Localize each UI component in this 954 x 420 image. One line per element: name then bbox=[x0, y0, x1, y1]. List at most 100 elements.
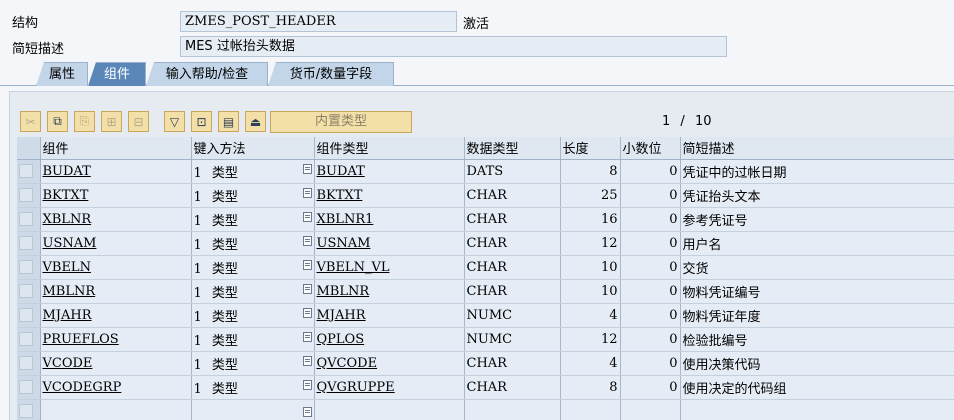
short-description[interactable]: 参考凭证号 bbox=[680, 207, 954, 232]
row-select-box[interactable] bbox=[19, 236, 33, 250]
builtin-type-button[interactable]: 内置类型 bbox=[270, 111, 412, 133]
tab-attributes[interactable]: 属性 bbox=[36, 62, 88, 86]
component-type[interactable]: MBLNR bbox=[314, 279, 465, 304]
table-row[interactable]: VBELN 1 类型 VBELN_VL CHAR 10 0 交货 bbox=[17, 255, 954, 280]
col-header-short-description[interactable]: 简短描述 bbox=[680, 137, 954, 160]
decimals[interactable] bbox=[620, 399, 681, 420]
typing-method-cell[interactable] bbox=[191, 399, 315, 420]
row-selector[interactable] bbox=[17, 375, 41, 400]
short-description[interactable]: 物料凭证年度 bbox=[680, 303, 954, 328]
value-help-icon[interactable] bbox=[302, 331, 312, 342]
length[interactable]: 4 bbox=[560, 303, 621, 328]
col-header-typing-method[interactable]: 键入方法 bbox=[191, 137, 315, 160]
structure-name-field[interactable]: ZMES_POST_HEADER bbox=[180, 11, 457, 32]
length[interactable]: 10 bbox=[560, 279, 621, 304]
component-name[interactable]: MJAHR bbox=[40, 303, 192, 328]
data-type[interactable]: NUMC bbox=[464, 327, 561, 352]
typing-method-cell[interactable]: 1 类型 bbox=[191, 351, 315, 376]
table-row[interactable]: VCODE 1 类型 QVCODE CHAR 4 0 使用决策代码 bbox=[17, 351, 954, 376]
short-description[interactable]: 物料凭证编号 bbox=[680, 279, 954, 304]
short-description[interactable]: 凭证中的过帐日期 bbox=[680, 159, 954, 184]
tab-components[interactable]: 组件 bbox=[88, 62, 146, 86]
table-row[interactable]: MBLNR 1 类型 MBLNR CHAR 10 0 物料凭证编号 bbox=[17, 279, 954, 304]
value-help-icon[interactable] bbox=[302, 259, 312, 270]
decimals[interactable]: 0 bbox=[620, 375, 681, 400]
length[interactable]: 25 bbox=[560, 183, 621, 208]
component-type[interactable]: XBLNR1 bbox=[314, 207, 465, 232]
col-header-component[interactable]: 组件 bbox=[40, 137, 192, 160]
value-help-icon[interactable] bbox=[302, 235, 312, 246]
typing-method-cell[interactable]: 1 类型 bbox=[191, 303, 315, 328]
component-name[interactable]: VBELN bbox=[40, 255, 192, 280]
length[interactable]: 16 bbox=[560, 207, 621, 232]
short-description[interactable]: 凭证抬头文本 bbox=[680, 183, 954, 208]
decimals[interactable]: 0 bbox=[620, 255, 681, 280]
collapse-icon[interactable]: ⏏ bbox=[245, 111, 266, 132]
decimals[interactable]: 0 bbox=[620, 183, 681, 208]
short-description[interactable]: 用户名 bbox=[680, 231, 954, 256]
typing-method-cell[interactable]: 1 类型 bbox=[191, 279, 315, 304]
copy-icon[interactable]: ⧉ bbox=[47, 111, 68, 132]
data-type[interactable]: CHAR bbox=[464, 183, 561, 208]
row-select-box[interactable] bbox=[19, 308, 33, 322]
row-selector[interactable] bbox=[17, 399, 41, 420]
table-row[interactable]: VCODEGRP 1 类型 QVGRUPPE CHAR 8 0 使用决定的代码组 bbox=[17, 375, 954, 400]
component-type[interactable]: MJAHR bbox=[314, 303, 465, 328]
col-header-decimals[interactable]: 小数位 bbox=[620, 137, 681, 160]
row-selector[interactable] bbox=[17, 327, 41, 352]
row-selector[interactable] bbox=[17, 231, 41, 256]
col-header-component-type[interactable]: 组件类型 bbox=[314, 137, 465, 160]
row-select-box[interactable] bbox=[19, 188, 33, 202]
tab-input-help-check[interactable]: 输入帮助/检查 bbox=[146, 62, 268, 86]
length[interactable]: 12 bbox=[560, 327, 621, 352]
value-help-icon[interactable] bbox=[302, 163, 312, 174]
table-row[interactable]: PRUEFLOS 1 类型 QPLOS NUMC 12 0 检验批编号 bbox=[17, 327, 954, 352]
decimals[interactable]: 0 bbox=[620, 327, 681, 352]
typing-method-cell[interactable]: 1 类型 bbox=[191, 327, 315, 352]
delete-row-icon[interactable]: ⊟ bbox=[128, 111, 149, 132]
length[interactable]: 4 bbox=[560, 351, 621, 376]
typing-method-cell[interactable]: 1 类型 bbox=[191, 207, 315, 232]
component-name[interactable]: VCODEGRP bbox=[40, 375, 192, 400]
short-description[interactable] bbox=[680, 399, 954, 420]
select-all-cell[interactable] bbox=[17, 137, 41, 160]
data-type[interactable]: CHAR bbox=[464, 351, 561, 376]
length[interactable] bbox=[560, 399, 621, 420]
component-type[interactable]: QPLOS bbox=[314, 327, 465, 352]
col-header-data-type[interactable]: 数据类型 bbox=[464, 137, 561, 160]
insert-row-icon[interactable]: ⊞ bbox=[101, 111, 122, 132]
typing-method-cell[interactable]: 1 类型 bbox=[191, 255, 315, 280]
data-type[interactable]: CHAR bbox=[464, 279, 561, 304]
row-selector[interactable] bbox=[17, 183, 41, 208]
table-row[interactable]: XBLNR 1 类型 XBLNR1 CHAR 16 0 参考凭证号 bbox=[17, 207, 954, 232]
table-row[interactable]: MJAHR 1 类型 MJAHR NUMC 4 0 物料凭证年度 bbox=[17, 303, 954, 328]
decimals[interactable]: 0 bbox=[620, 303, 681, 328]
value-help-icon[interactable] bbox=[302, 187, 312, 198]
short-description[interactable]: 检验批编号 bbox=[680, 327, 954, 352]
table-row[interactable]: BUDAT 1 类型 BUDAT DATS 8 0 凭证中的过帐日期 bbox=[17, 159, 954, 184]
row-selector[interactable] bbox=[17, 207, 41, 232]
filter-icon[interactable]: ▽ bbox=[164, 111, 185, 132]
row-select-box[interactable] bbox=[19, 164, 33, 178]
row-selector[interactable] bbox=[17, 159, 41, 184]
typing-method-cell[interactable]: 1 类型 bbox=[191, 159, 315, 184]
short-description[interactable]: 使用决定的代码组 bbox=[680, 375, 954, 400]
component-type[interactable]: QVGRUPPE bbox=[314, 375, 465, 400]
table-row[interactable]: USNAM 1 类型 USNAM CHAR 12 0 用户名 bbox=[17, 231, 954, 256]
decimals[interactable]: 0 bbox=[620, 351, 681, 376]
row-select-box[interactable] bbox=[19, 332, 33, 346]
typing-method-cell[interactable]: 1 类型 bbox=[191, 375, 315, 400]
component-name[interactable]: MBLNR bbox=[40, 279, 192, 304]
sort-icon[interactable]: ⊡ bbox=[191, 111, 212, 132]
typing-method-cell[interactable]: 1 类型 bbox=[191, 231, 315, 256]
component-type[interactable]: BKTXT bbox=[314, 183, 465, 208]
value-help-icon[interactable] bbox=[302, 211, 312, 222]
value-help-icon[interactable] bbox=[302, 407, 312, 417]
component-type[interactable]: USNAM bbox=[314, 231, 465, 256]
length[interactable]: 10 bbox=[560, 255, 621, 280]
short-description[interactable]: 交货 bbox=[680, 255, 954, 280]
row-select-box[interactable] bbox=[19, 260, 33, 274]
row-select-box[interactable] bbox=[19, 356, 33, 370]
component-type[interactable]: BUDAT bbox=[314, 159, 465, 184]
data-type[interactable]: DATS bbox=[464, 159, 561, 184]
